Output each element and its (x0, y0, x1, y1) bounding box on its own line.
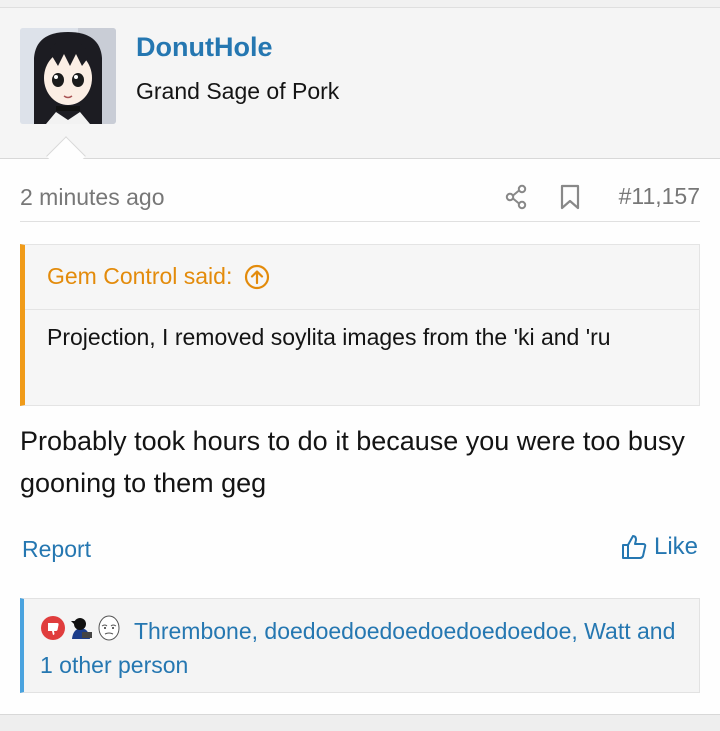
post-timestamp[interactable]: 2 minutes ago (20, 184, 164, 211)
quote-author[interactable]: Gem Control said: (47, 263, 270, 290)
quote-divider (25, 309, 699, 310)
message-body: Probably took hours to do it because you… (20, 426, 685, 498)
report-link[interactable]: Report (22, 536, 91, 563)
anime-avatar-icon (20, 28, 116, 124)
user-title: Grand Sage of Pork (136, 78, 340, 104)
quote-author-label: Gem Control said: (47, 263, 233, 289)
bookmark-icon[interactable] (558, 184, 582, 210)
arrow-up-circle-icon[interactable] (244, 264, 270, 290)
reaction-users-link[interactable]: Thrembone, doedoedoedoedoedoedoedoe, Wat… (40, 614, 680, 682)
share-icon[interactable] (504, 184, 528, 210)
reactions-bar: Thrembone, doedoedoedoedoedoedoedoe, Wat… (20, 598, 700, 693)
bottom-divider (0, 714, 720, 731)
user-header: DonutHole Grand Sage of Pork (0, 8, 720, 159)
quote-text: Projection, I removed soylita images fro… (47, 324, 611, 350)
top-divider (0, 0, 720, 8)
quote-block: Gem Control said: Projection, I removed … (20, 244, 700, 406)
username[interactable]: DonutHole (136, 32, 272, 63)
like-button[interactable]: Like (620, 533, 698, 561)
post-number[interactable]: #11,157 (619, 183, 700, 210)
post-meta-bar: 2 minutes ago #11,157 (20, 180, 700, 222)
avatar[interactable] (20, 28, 116, 124)
like-label: Like (653, 533, 698, 560)
thumbs-up-icon (621, 535, 647, 559)
